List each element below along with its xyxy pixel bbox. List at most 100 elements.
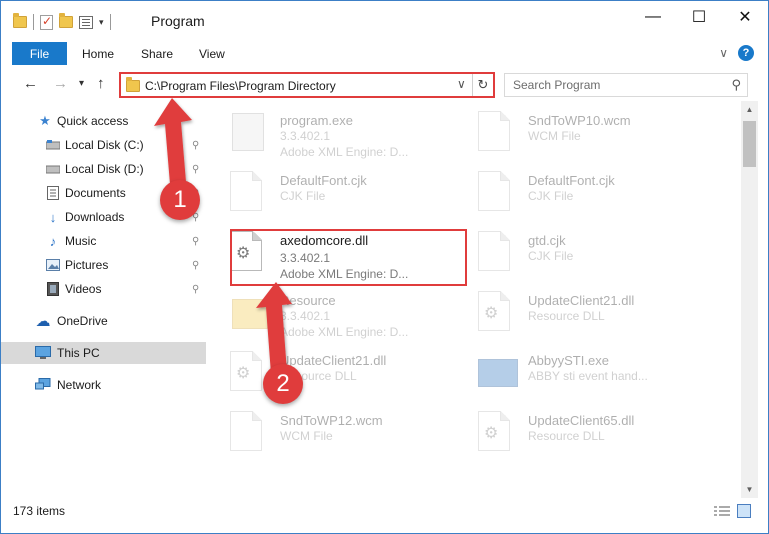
file-item[interactable]: ⚙ UpdateClient65.dll Resource DLL xyxy=(456,405,701,461)
document-icon xyxy=(230,411,268,457)
ribbon-tabs: File Home Share View ∨ ? xyxy=(1,41,768,67)
minimize-button[interactable]: — xyxy=(630,1,676,33)
expand-ribbon-chevron-icon[interactable]: ∨ xyxy=(719,46,728,60)
sidebar-item-label: OneDrive xyxy=(57,314,108,328)
file-type: CJK File xyxy=(280,189,326,203)
window-controls: — ☐ ✕ xyxy=(630,1,768,33)
file-name: program.exe xyxy=(280,113,353,128)
scroll-thumb[interactable] xyxy=(743,121,756,167)
address-path[interactable]: C:\Program Files\Program Directory xyxy=(145,79,336,93)
window-title: Program xyxy=(151,13,205,29)
dll-gear-icon: ⚙ xyxy=(478,411,516,457)
file-type: CJK File xyxy=(528,189,574,203)
sidebar-item-onedrive[interactable]: ☁ OneDrive xyxy=(1,310,206,332)
network-icon xyxy=(35,377,51,393)
sidebar-item-label: Downloads xyxy=(65,210,125,224)
file-name: SndToWP12.wcm xyxy=(280,413,383,428)
document-icon xyxy=(478,171,516,217)
file-name: AbbyySTI.exe xyxy=(528,353,609,368)
navigation-bar: ← → ▾ ↑ C:\Program Files\Program Directo… xyxy=(1,69,768,101)
scroll-up-arrow-icon[interactable]: ▲ xyxy=(741,101,758,118)
folder-icon[interactable] xyxy=(13,13,27,28)
file-name: UpdateClient21.dll xyxy=(280,353,387,368)
toolbar-separator xyxy=(33,14,34,30)
search-input[interactable]: Search Program ⚲ xyxy=(504,73,748,97)
new-folder-icon[interactable] xyxy=(59,13,73,28)
explorer-window: ▾ Program — ☐ ✕ File Home Share View ∨ ?… xyxy=(0,0,769,534)
star-icon: ★ xyxy=(39,113,51,128)
address-bar[interactable]: C:\Program Files\Program Directory ∨ ↻ xyxy=(119,72,495,98)
recent-locations-button[interactable]: ▾ xyxy=(79,78,84,89)
file-item[interactable]: ⚙ UpdateClient21.dll Resource DLL xyxy=(208,345,453,401)
properties-check-icon[interactable] xyxy=(40,14,53,30)
pin-icon: ⚲ xyxy=(192,163,200,175)
sidebar-item-network[interactable]: Network xyxy=(1,374,206,396)
file-type: Resource DLL xyxy=(528,309,605,323)
search-placeholder: Search Program xyxy=(513,78,601,92)
file-version: 3.3.402.1 xyxy=(280,129,331,143)
forward-button[interactable]: → xyxy=(53,75,68,92)
back-button[interactable]: ← xyxy=(23,75,38,92)
sidebar-item-music[interactable]: ♪ Music ⚲ xyxy=(1,230,206,252)
address-dropdown-chevron-icon[interactable]: ∨ xyxy=(457,77,466,91)
sidebar-item-local-disk-c[interactable]: Local Disk (C:) ⚲ xyxy=(1,134,206,156)
file-item[interactable]: AbbyySTI.exe ABBY sti event hand... xyxy=(456,345,701,401)
file-item[interactable]: program.exe 3.3.402.1 Adobe XML Engine: … xyxy=(208,105,453,161)
tab-view[interactable]: View xyxy=(199,47,225,61)
customize-toolbar-chevron-icon[interactable]: ▾ xyxy=(99,17,104,28)
tab-file[interactable]: File xyxy=(12,42,67,65)
file-item[interactable]: ⚙ UpdateClient21.dll Resource DLL xyxy=(456,285,701,341)
maximize-button[interactable]: ☐ xyxy=(676,1,722,33)
close-button[interactable]: ✕ xyxy=(722,1,768,33)
search-icon[interactable]: ⚲ xyxy=(731,77,741,93)
vertical-scrollbar[interactable]: ▲ ▼ xyxy=(741,101,758,498)
details-view-icon[interactable] xyxy=(714,505,730,517)
folder-icon xyxy=(230,291,268,337)
file-item[interactable]: DefaultFont.cjk CJK File xyxy=(456,165,701,221)
document-icon xyxy=(478,111,516,157)
document-icon xyxy=(478,231,516,277)
sidebar-item-this-pc[interactable]: This PC xyxy=(1,342,206,364)
file-item[interactable]: Resource 3.3.402.1 Adobe XML Engine: D..… xyxy=(208,285,453,341)
file-item[interactable]: SndToWP10.wcm WCM File xyxy=(456,105,701,161)
document-icon xyxy=(230,171,268,217)
file-name: SndToWP10.wcm xyxy=(528,113,631,128)
download-arrow-icon: ↓ xyxy=(49,209,57,225)
sidebar-item-label: Quick access xyxy=(57,114,129,128)
large-icons-view-icon[interactable] xyxy=(737,504,751,518)
file-list: program.exe 3.3.402.1 Adobe XML Engine: … xyxy=(208,101,741,496)
sidebar-item-pictures[interactable]: Pictures ⚲ xyxy=(1,254,206,276)
sidebar-item-label: Pictures xyxy=(65,258,109,272)
status-bar: 173 items xyxy=(1,500,768,524)
tab-share[interactable]: Share xyxy=(141,47,173,61)
file-description: Adobe XML Engine: D... xyxy=(280,145,409,159)
file-item[interactable]: gtd.cjk CJK File xyxy=(456,225,701,281)
item-count: 173 items xyxy=(13,504,66,518)
sidebar-item-label: Network xyxy=(57,378,102,392)
sidebar-item-videos[interactable]: Videos ⚲ xyxy=(1,278,206,300)
computer-icon xyxy=(35,345,51,361)
file-type: WCM File xyxy=(528,129,581,143)
quick-access-toolbar: ▾ xyxy=(13,13,111,30)
refresh-icon[interactable]: ↻ xyxy=(472,74,493,96)
sidebar-item-label: Music xyxy=(65,234,97,248)
pictures-icon xyxy=(45,257,61,273)
up-button[interactable]: ↑ xyxy=(97,75,105,92)
sidebar-item-quick-access[interactable]: ★ Quick access xyxy=(1,110,206,132)
file-name: DefaultFont.cjk xyxy=(528,173,615,188)
drive-icon xyxy=(45,137,61,153)
file-item[interactable]: SndToWP12.wcm WCM File xyxy=(208,405,453,461)
help-icon[interactable]: ? xyxy=(738,45,754,61)
file-name: UpdateClient21.dll xyxy=(528,293,635,308)
sidebar-item-local-disk-d[interactable]: Local Disk (D:) ⚲ xyxy=(1,158,206,180)
file-item[interactable]: DefaultFont.cjk CJK File xyxy=(208,165,453,221)
file-name: DefaultFont.cjk xyxy=(280,173,367,188)
tab-home[interactable]: Home xyxy=(82,47,114,61)
pin-icon: ⚲ xyxy=(192,259,200,271)
drive-icon xyxy=(45,161,61,177)
pin-icon: ⚲ xyxy=(192,235,200,247)
highlight-box xyxy=(230,229,467,286)
scroll-down-arrow-icon[interactable]: ▼ xyxy=(741,481,758,498)
properties-icon[interactable] xyxy=(79,15,93,29)
documents-icon xyxy=(45,185,61,201)
